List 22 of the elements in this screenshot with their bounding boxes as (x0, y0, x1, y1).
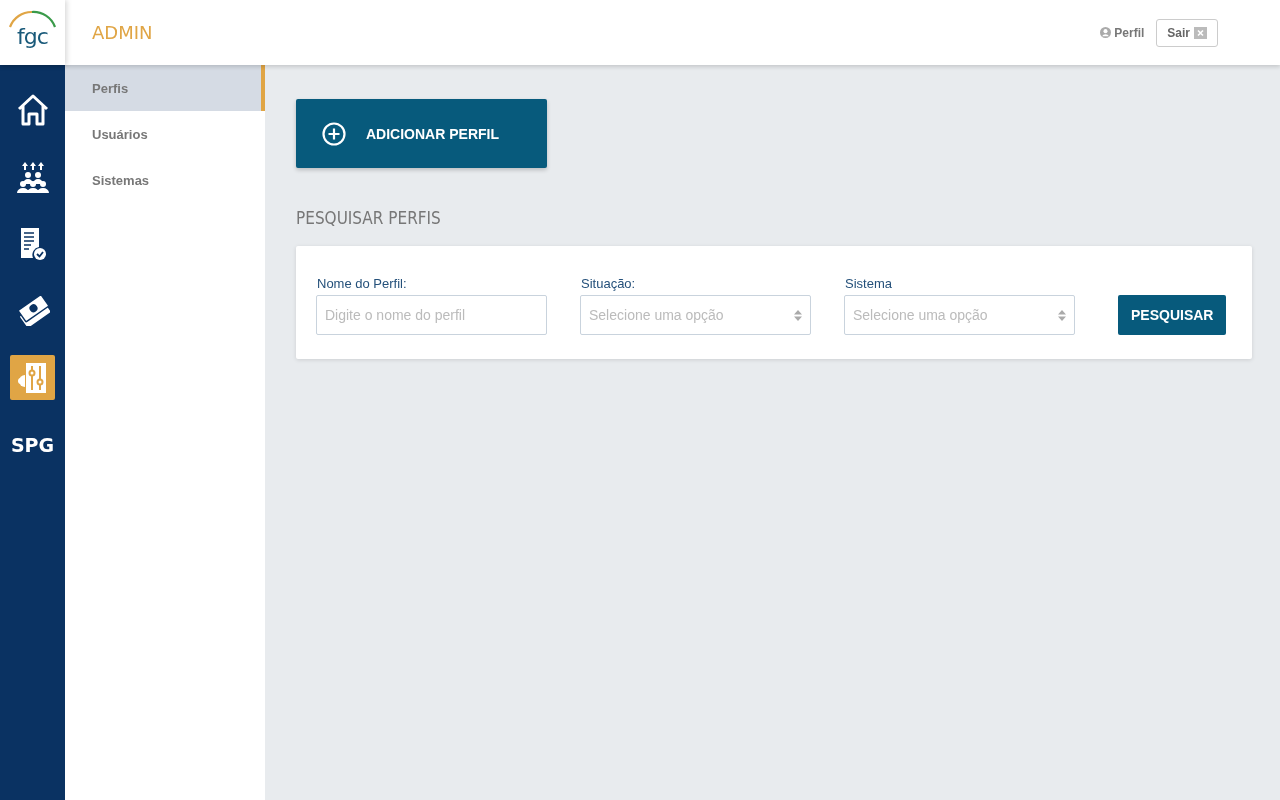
submenu-item[interactable]: Perfis (65, 65, 265, 111)
profile-link[interactable]: Perfil (1100, 25, 1145, 40)
field-label: Sistema (844, 276, 893, 291)
add-profile-button[interactable]: ADICIONAR PERFIL (296, 99, 547, 168)
logo-arc-icon (8, 10, 57, 28)
input-field[interactable]: Digite o nome do perfil (316, 295, 547, 335)
section-title: PESQUISAR PERFIS (296, 208, 442, 228)
user-icon (1100, 27, 1112, 38)
close-icon (1194, 26, 1207, 39)
invoice-icon (18, 226, 47, 261)
app-title: ADMIN (92, 22, 154, 43)
search-button[interactable]: PESQUISAR (1118, 295, 1227, 335)
people-icon (16, 160, 49, 193)
logout-button[interactable]: Sair (1156, 18, 1218, 47)
sort-arrows-icon (1058, 309, 1066, 321)
plus-circle-icon (322, 121, 346, 146)
field-label: Situação: (580, 276, 637, 291)
sort-arrows-icon (794, 309, 802, 321)
home-icon (15, 92, 50, 127)
logo: fgc (17, 24, 48, 49)
field-label: Nome do Perfil: (316, 276, 408, 291)
spg-nav-item[interactable]: SPG (10, 422, 55, 467)
